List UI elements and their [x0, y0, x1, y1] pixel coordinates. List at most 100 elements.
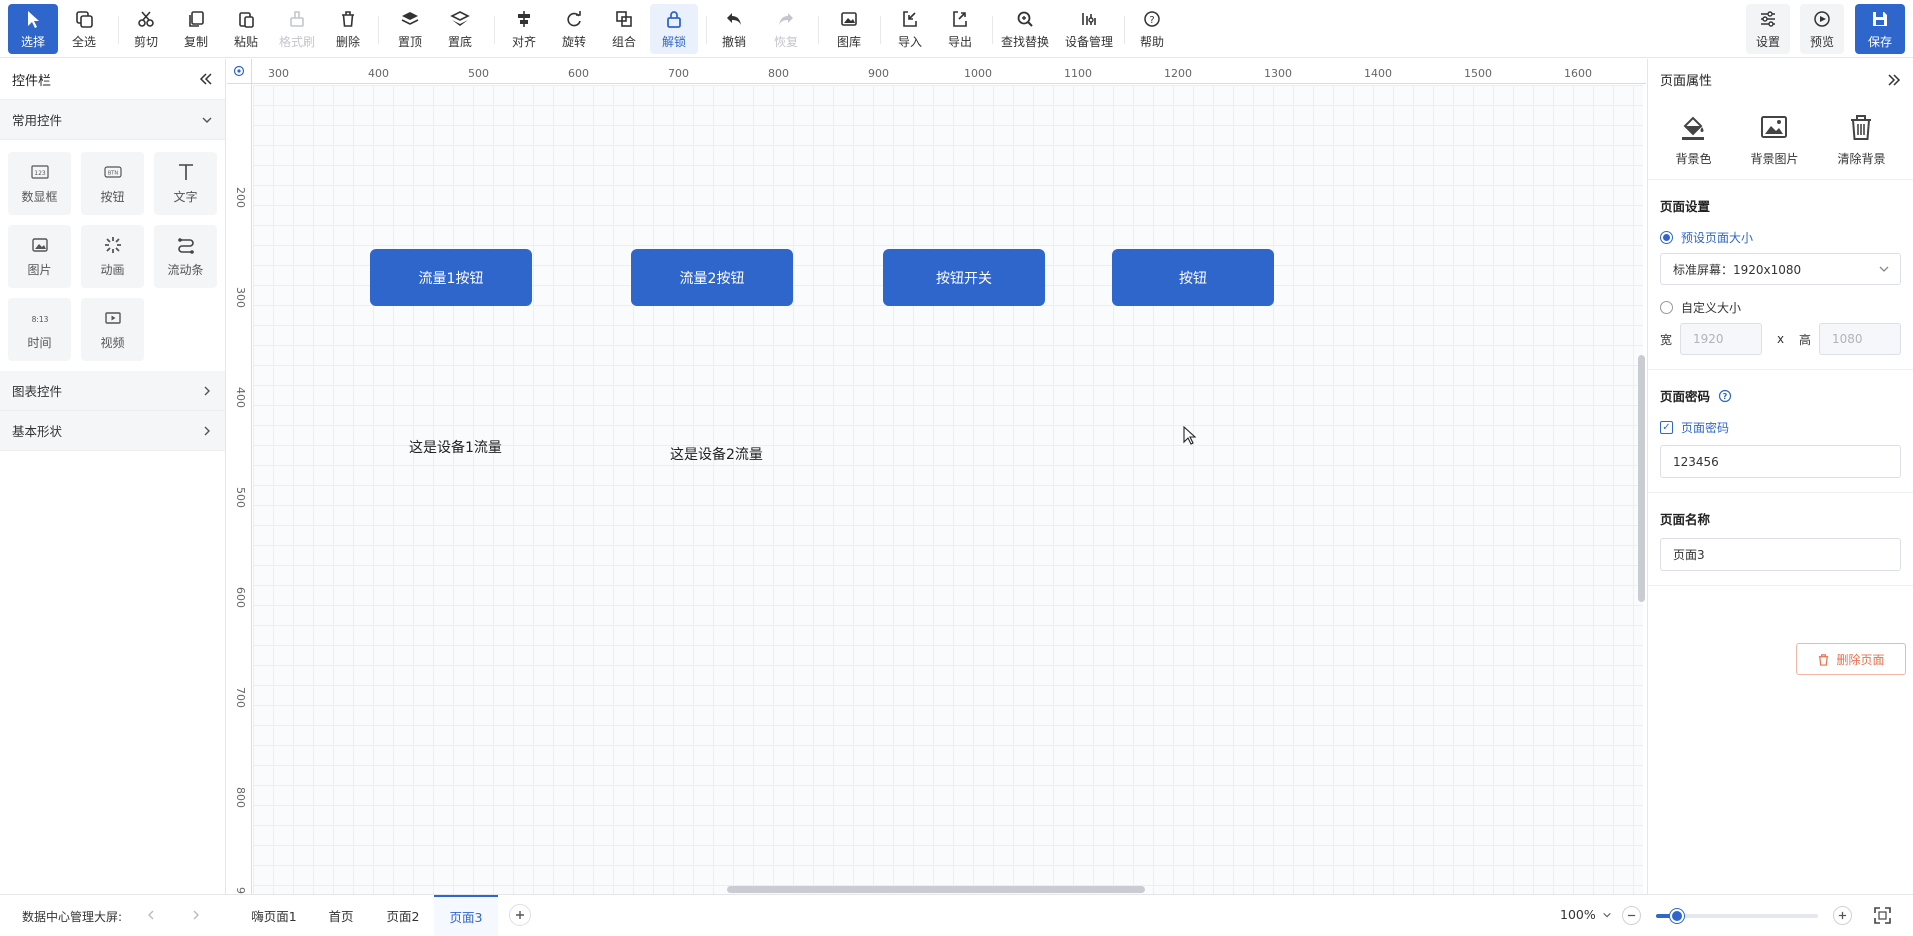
fullscreen-icon[interactable]	[1874, 907, 1891, 924]
select-all-button[interactable]: 全选	[64, 4, 104, 54]
ruler-y-label: 200	[234, 187, 247, 208]
widget-numbox[interactable]: 123 数显框	[8, 152, 71, 215]
canvas-text-device1[interactable]: 这是设备1流量	[409, 437, 502, 457]
widget-text[interactable]: 文字	[154, 152, 217, 215]
page-tab-3[interactable]: 页面3	[434, 895, 498, 936]
radio-checked-icon	[1660, 230, 1673, 244]
to-bottom-button[interactable]: 置底	[440, 4, 480, 54]
add-page-button[interactable]	[509, 904, 531, 926]
help-button[interactable]: ? 帮助	[1132, 4, 1172, 54]
rotate-button[interactable]: 旋转	[552, 4, 596, 54]
question-icon[interactable]: ?	[1718, 389, 1732, 403]
collapse-left-icon[interactable]	[199, 72, 213, 86]
cut-button[interactable]: 剪切	[126, 4, 166, 54]
section-common-widgets[interactable]: 常用控件	[0, 100, 225, 140]
gallery-button[interactable]: 图库	[828, 4, 870, 54]
redo-button[interactable]: 恢复	[766, 4, 806, 54]
zoom-slider[interactable]	[1656, 909, 1818, 923]
undo-button[interactable]: 撤销	[714, 4, 754, 54]
paste-button[interactable]: 粘贴	[226, 4, 266, 54]
vertical-scrollbar[interactable]	[1638, 355, 1645, 602]
clock-digits-icon: 8:13	[31, 315, 48, 324]
page-password-input[interactable]: 123456	[1660, 445, 1901, 478]
help-label: 帮助	[1139, 34, 1164, 49]
properties-header: 页面属性	[1648, 59, 1913, 100]
canvas-text-device2[interactable]: 这是设备2流量	[670, 444, 763, 464]
clear-bg-button[interactable]: 清除背景	[1837, 112, 1886, 167]
widget-video[interactable]: 视频	[81, 298, 144, 361]
delete-page-button[interactable]: 删除页面	[1796, 643, 1906, 675]
preset-size-label: 预设页面大小	[1681, 230, 1754, 245]
delete-button[interactable]: 删除	[328, 4, 368, 54]
import-button[interactable]: 导入	[890, 4, 930, 54]
svg-text:BTN: BTN	[107, 171, 117, 177]
preset-size-select[interactable]: 标准屏幕：1920x1080	[1660, 253, 1901, 285]
canvas-button-plain[interactable]: 按钮	[1112, 249, 1274, 306]
rotate-icon	[567, 10, 581, 26]
collapse-right-icon[interactable]	[1887, 73, 1901, 87]
preview-button[interactable]: 预览	[1800, 4, 1844, 54]
ruler-origin[interactable]	[227, 59, 252, 84]
bg-image-icon	[1761, 116, 1788, 138]
delete-page-label: 删除页面	[1836, 652, 1885, 667]
custom-size-radio[interactable]: 自定义大小	[1660, 295, 1901, 319]
select-label: 选择	[20, 34, 45, 49]
page-name-input[interactable]: 页面3	[1660, 538, 1901, 571]
device-manage-button[interactable]: 设备管理	[1062, 4, 1116, 54]
canvas-button-flow1[interactable]: 流量1按钮	[370, 249, 532, 306]
section-basic-shapes[interactable]: 基本形状	[0, 411, 225, 451]
select-button[interactable]: 选择	[8, 4, 58, 54]
widget-animation[interactable]: 动画	[81, 225, 144, 288]
export-button[interactable]: 导出	[940, 4, 980, 54]
custom-size-label: 自定义大小	[1681, 300, 1742, 315]
canvas-button-flow2[interactable]: 流量2按钮	[631, 249, 793, 306]
sliders-icon	[1761, 10, 1775, 27]
to-top-button[interactable]: 置顶	[390, 4, 430, 54]
widget-button[interactable]: BTN 按钮	[81, 152, 144, 215]
preset-size-radio[interactable]: 预设页面大小	[1660, 225, 1901, 249]
page-tab-1[interactable]: 嗨页面1	[242, 895, 306, 936]
ruler-x-label: 300	[268, 67, 289, 80]
save-button[interactable]: 保存	[1855, 4, 1905, 54]
chevron-right-icon[interactable]	[190, 909, 202, 921]
format-brush-button[interactable]: 格式刷	[276, 4, 318, 54]
chevron-down-icon	[1603, 912, 1611, 917]
device-icon	[1082, 12, 1096, 25]
height-label: 高	[1798, 332, 1811, 347]
find-replace-button[interactable]: 查找替换	[998, 4, 1052, 54]
copy-button[interactable]: 复制	[176, 4, 216, 54]
group-button[interactable]: 组合	[602, 4, 646, 54]
zoom-slider-thumb[interactable]	[1670, 909, 1684, 923]
page-tab-home[interactable]: 首页	[318, 895, 364, 936]
editor-canvas[interactable]: 300 400 500 600 700 800 900 1000 1100 12…	[227, 59, 1646, 894]
ruler-x-label: 700	[668, 67, 689, 80]
page-password-checkbox[interactable]: ✓ 页面密码	[1660, 415, 1901, 439]
zoom-select[interactable]: 100%	[1560, 907, 1612, 922]
widget-flowbar[interactable]: 流动条	[154, 225, 217, 288]
text-icon	[178, 164, 193, 180]
zoom-out-button[interactable]	[1622, 906, 1641, 925]
width-input[interactable]: 1920	[1680, 323, 1763, 355]
canvas-grid[interactable]: 流量1按钮 流量2按钮 按钮开关 按钮 这是设备1流量 这是设备2流量	[253, 85, 1643, 894]
widget-time[interactable]: 8:13 时间	[8, 298, 71, 361]
height-input[interactable]: 1080	[1819, 323, 1901, 355]
ruler-x-label: 500	[468, 67, 489, 80]
section-chart-label: 图表控件	[12, 384, 63, 399]
device-manage-label: 设备管理	[1064, 34, 1113, 49]
chevron-left-icon[interactable]	[145, 909, 157, 921]
section-chart-widgets[interactable]: 图表控件	[0, 371, 225, 411]
align-button[interactable]: 对齐	[502, 4, 546, 54]
bg-image-button[interactable]: 背景图片	[1750, 112, 1799, 167]
horizontal-scrollbar[interactable]	[727, 886, 1145, 893]
bg-color-button[interactable]: 背景色	[1675, 112, 1712, 167]
widget-image[interactable]: 图片	[8, 225, 71, 288]
zoom-in-button[interactable]	[1833, 906, 1852, 925]
canvas-button-switch[interactable]: 按钮开关	[883, 249, 1045, 306]
align-icon	[518, 10, 530, 27]
bg-color-label: 背景色	[1675, 152, 1712, 166]
redo-label: 恢复	[773, 34, 798, 49]
page-tab-2[interactable]: 页面2	[376, 895, 430, 936]
settings-button[interactable]: 设置	[1746, 4, 1790, 54]
unlock-button[interactable]: 解锁	[650, 4, 698, 54]
ruler-y-label: 900	[234, 887, 247, 894]
